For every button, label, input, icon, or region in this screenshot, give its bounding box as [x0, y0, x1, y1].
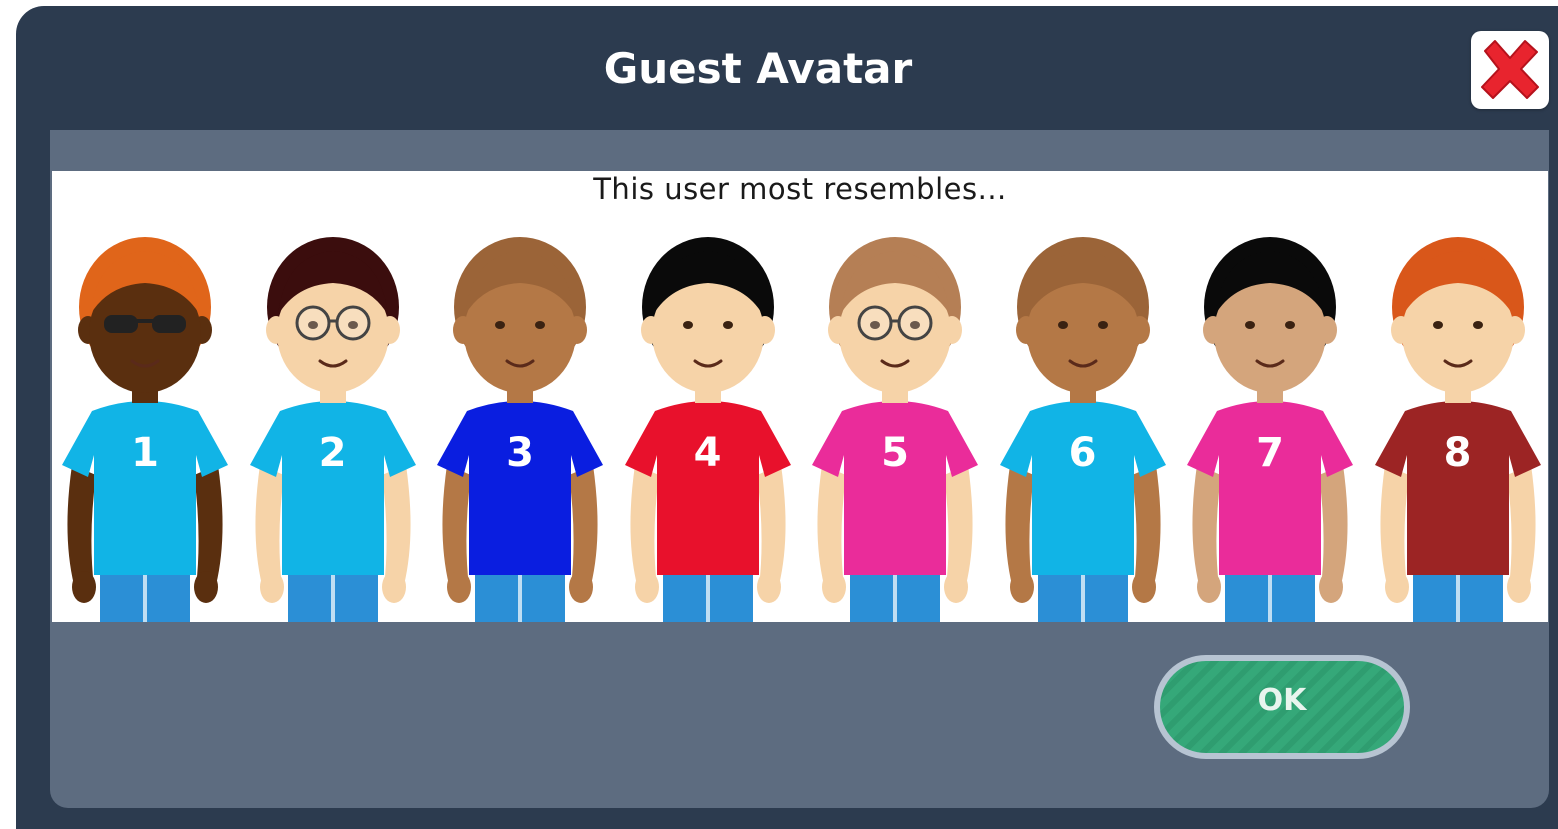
avatar-row: 1 2 3 4 5 6 7 8 [52, 215, 1548, 622]
prompt-text: This user most resembles... [593, 172, 1007, 206]
avatar-figure [812, 237, 978, 622]
avatar-option-5[interactable]: 5 [802, 215, 988, 622]
avatar-figure [249, 237, 416, 622]
avatar-figure [1187, 237, 1353, 622]
ok-button-label: OK [1257, 683, 1307, 718]
dialog-title: Guest Avatar [603, 44, 913, 93]
avatar-option-2[interactable]: 2 [240, 215, 426, 622]
close-x-icon [1481, 40, 1539, 99]
avatar-figure [437, 237, 603, 622]
avatar-number: 7 [1256, 430, 1284, 476]
avatar-option-6[interactable]: 6 [990, 215, 1176, 622]
avatar-option-4[interactable]: 4 [615, 215, 801, 622]
avatar-number: 2 [318, 430, 347, 476]
ok-button[interactable]: OK [1154, 655, 1410, 759]
avatar-figure [62, 237, 228, 622]
avatar-number: 3 [506, 430, 534, 476]
avatar-option-1[interactable]: 1 [52, 215, 238, 622]
avatar-option-3[interactable]: 3 [427, 215, 613, 622]
avatar-figure [1374, 237, 1541, 622]
avatar-number: 6 [1068, 430, 1097, 476]
avatar-number: 1 [131, 430, 159, 476]
avatar-number: 8 [1443, 430, 1472, 476]
avatar-figure [999, 237, 1166, 622]
avatar-figure [624, 237, 791, 622]
avatar-option-8[interactable]: 8 [1365, 215, 1551, 622]
close-button[interactable] [1471, 31, 1549, 109]
avatar-option-7[interactable]: 7 [1177, 215, 1363, 622]
avatar-number: 5 [881, 430, 909, 476]
avatar-number: 4 [693, 430, 722, 476]
